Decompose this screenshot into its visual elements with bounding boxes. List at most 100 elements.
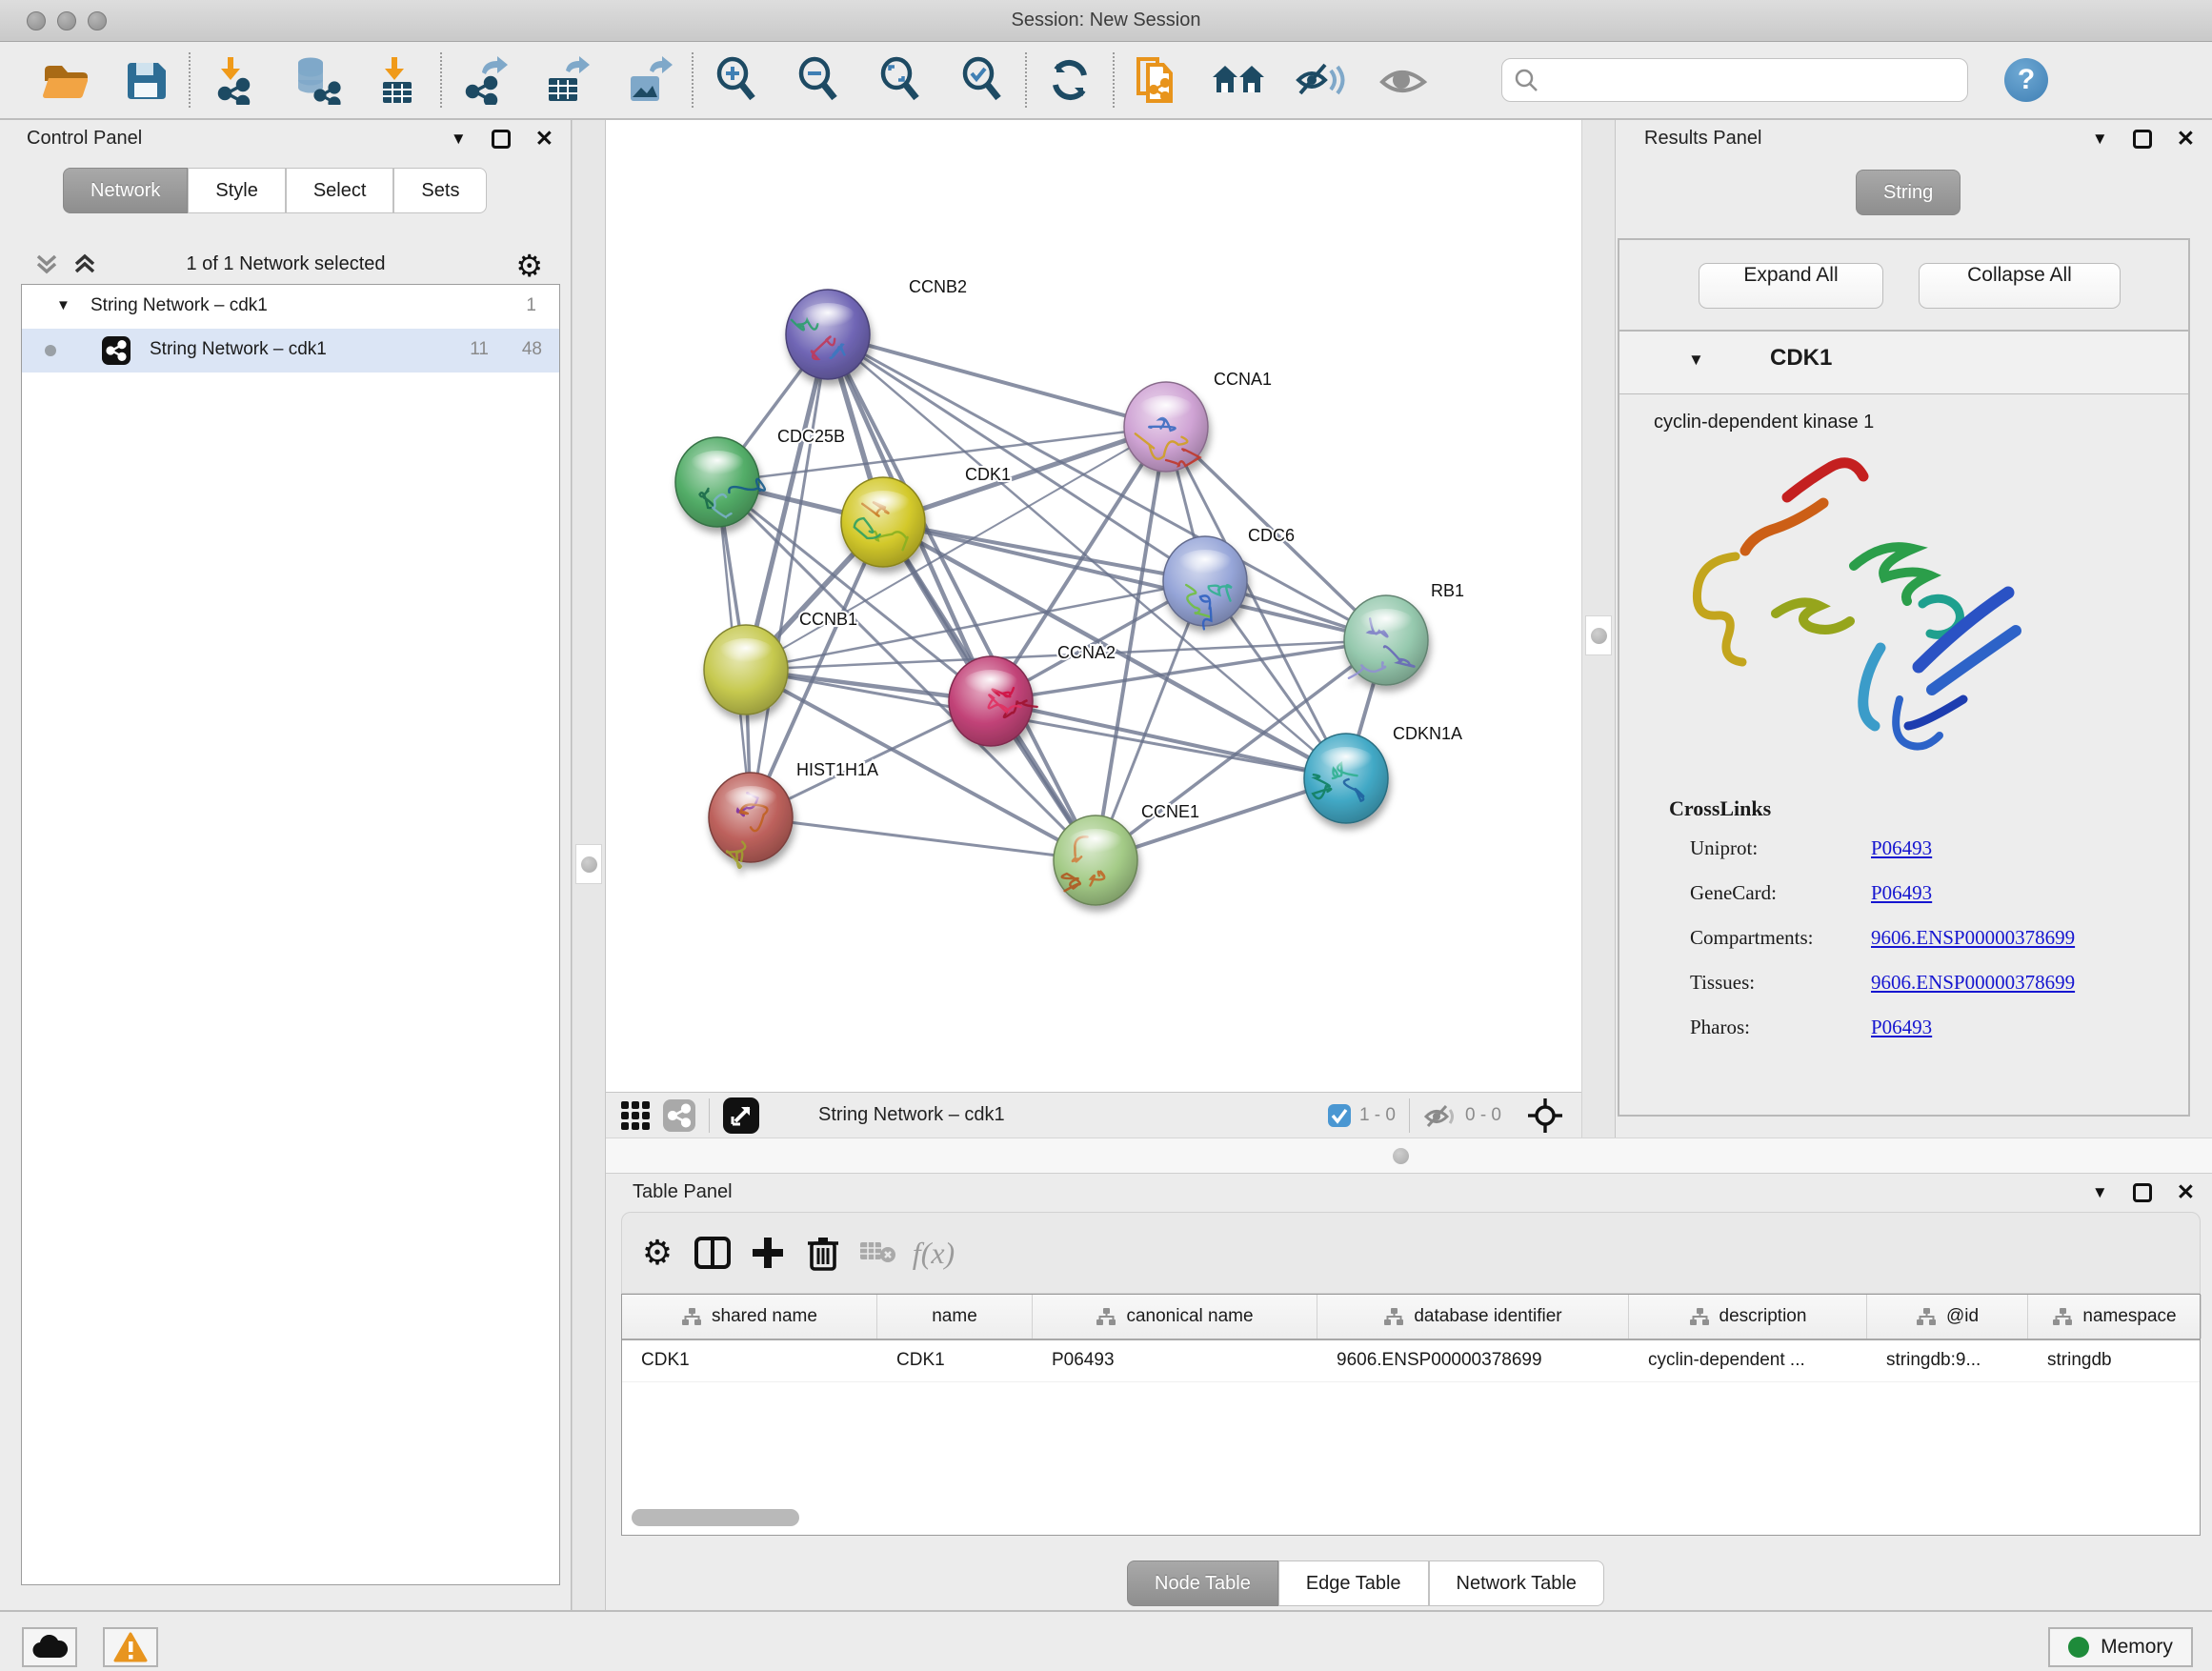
network-node-CDKN1A[interactable] <box>1304 734 1388 823</box>
table-row[interactable]: CDK1CDK1P064939606.ENSP00000378699cyclin… <box>622 1340 2200 1382</box>
column-header-description[interactable]: description <box>1629 1295 1867 1339</box>
network-collection-row[interactable]: ▼ String Network – cdk1 1 <box>22 285 559 329</box>
open-session-button[interactable] <box>23 49 105 111</box>
panel-float-icon[interactable] <box>2133 1183 2152 1202</box>
crosslink-link[interactable]: P06493 <box>1871 881 1932 905</box>
close-window-icon[interactable] <box>27 11 46 30</box>
tab-edge-table[interactable]: Edge Table <box>1278 1560 1429 1606</box>
tab-select[interactable]: Select <box>286 168 394 213</box>
table-cell[interactable]: cyclin-dependent ... <box>1629 1340 1867 1381</box>
panel-float-icon[interactable] <box>2133 130 2152 149</box>
table-cell[interactable]: stringdb <box>2028 1340 2202 1381</box>
zoom-out-button[interactable] <box>777 49 859 111</box>
apply-layout-button[interactable] <box>1029 49 1111 111</box>
zoom-in-button[interactable] <box>695 49 777 111</box>
column-header-@id[interactable]: @id <box>1867 1295 2028 1339</box>
table-cell[interactable]: CDK1 <box>877 1340 1033 1381</box>
expand-all-button[interactable]: Expand All <box>1699 263 1883 309</box>
horizontal-scrollbar[interactable] <box>632 1509 799 1526</box>
grid-view-icon[interactable] <box>619 1099 652 1132</box>
export-network-button[interactable] <box>444 49 526 111</box>
tab-sets[interactable]: Sets <box>393 168 487 213</box>
network-node-RB1[interactable] <box>1344 595 1428 685</box>
table-cell[interactable]: P06493 <box>1033 1340 1317 1381</box>
selected-checkbox-icon[interactable] <box>1327 1103 1352 1128</box>
clone-network-button[interactable] <box>1116 49 1198 111</box>
help-button[interactable]: ? <box>2004 58 2048 102</box>
string-view-icon[interactable] <box>663 1099 695 1132</box>
horizontal-splitter-handle[interactable] <box>1393 1148 1409 1164</box>
export-image-button[interactable] <box>608 49 690 111</box>
crosslink-link[interactable]: 9606.ENSP00000378699 <box>1871 971 2075 995</box>
crosslink-link[interactable]: P06493 <box>1871 836 1932 860</box>
right-splitter-handle[interactable] <box>1585 615 1612 655</box>
left-splitter-handle[interactable] <box>575 844 602 884</box>
network-canvas[interactable]: CCNB2CCNA1CDC25BCDK1CDC6RB1CCNB1CCNA2CDK… <box>606 120 1581 1092</box>
panel-float-icon[interactable] <box>492 130 511 149</box>
network-edge[interactable] <box>751 334 828 817</box>
tab-style[interactable]: Style <box>188 168 285 213</box>
network-node-CDC6[interactable] <box>1163 536 1247 629</box>
network-row-selected[interactable]: String Network – cdk1 11 48 <box>22 329 559 372</box>
cloud-button[interactable] <box>22 1627 77 1667</box>
zoom-window-icon[interactable] <box>88 11 107 30</box>
node-table[interactable]: shared namenamecanonical namedatabase id… <box>621 1294 2201 1536</box>
column-header-name[interactable]: name <box>877 1295 1033 1339</box>
column-header-namespace[interactable]: namespace <box>2028 1295 2202 1339</box>
open-in-window-icon[interactable] <box>723 1097 759 1134</box>
panel-collapse-icon[interactable]: ▼ <box>451 130 467 149</box>
add-column-icon[interactable] <box>740 1226 795 1279</box>
export-table-button[interactable] <box>526 49 608 111</box>
column-header-database-identifier[interactable]: database identifier <box>1317 1295 1629 1339</box>
panel-collapse-icon[interactable]: ▼ <box>2092 1183 2108 1202</box>
zoom-selected-button[interactable] <box>941 49 1023 111</box>
tab-node-table[interactable]: Node Table <box>1127 1560 1278 1606</box>
table-cell[interactable]: 9606.ENSP00000378699 <box>1317 1340 1629 1381</box>
left-splitter[interactable] <box>572 120 606 1610</box>
show-columns-icon[interactable] <box>685 1226 740 1279</box>
table-cell[interactable]: CDK1 <box>622 1340 877 1381</box>
horizontal-splitter[interactable] <box>606 1137 2212 1174</box>
import-table-button[interactable] <box>356 49 438 111</box>
column-header-canonical-name[interactable]: canonical name <box>1033 1295 1317 1339</box>
memory-button[interactable]: Memory <box>2048 1627 2193 1667</box>
delete-column-icon[interactable] <box>795 1226 851 1279</box>
network-node-CDK1[interactable] <box>841 477 925 567</box>
tab-network-table[interactable]: Network Table <box>1429 1560 1604 1606</box>
right-splitter[interactable] <box>1581 120 1616 1137</box>
search-input[interactable] <box>1538 70 1948 91</box>
network-node-CCNA1[interactable] <box>1124 382 1208 472</box>
network-node-CCNB1[interactable] <box>704 625 788 715</box>
tree-expand-icon[interactable]: ▼ <box>56 297 70 313</box>
crosslink-link[interactable]: 9606.ENSP00000378699 <box>1871 926 2075 950</box>
collapse-all-button[interactable]: Collapse All <box>1919 263 2121 309</box>
panel-close-icon[interactable]: ✕ <box>535 126 553 151</box>
network-node-HIST1H1A[interactable] <box>709 773 793 868</box>
panel-collapse-icon[interactable]: ▼ <box>2092 130 2108 149</box>
network-edge[interactable] <box>828 334 1386 640</box>
gene-section-header[interactable]: ▼ CDK1 <box>1619 332 2188 394</box>
network-node-CCNA2[interactable] <box>949 656 1037 746</box>
network-node-CDC25B[interactable] <box>675 437 765 527</box>
show-eye-button[interactable] <box>1362 49 1444 111</box>
network-options-gear-icon[interactable]: ⚙ <box>515 248 543 284</box>
tab-string[interactable]: String <box>1856 170 1961 215</box>
panel-close-icon[interactable]: ✕ <box>2177 126 2195 151</box>
network-node-CCNE1[interactable] <box>1054 815 1137 905</box>
zoom-fit-button[interactable] <box>859 49 941 111</box>
table-cell[interactable]: stringdb:9... <box>1867 1340 2028 1381</box>
network-node-CCNB2[interactable] <box>786 290 870 379</box>
minimize-window-icon[interactable] <box>57 11 76 30</box>
search-box[interactable] <box>1501 58 1968 102</box>
import-network-file-button[interactable] <box>192 49 274 111</box>
network-edge[interactable] <box>751 817 1096 860</box>
save-session-button[interactable] <box>105 49 187 111</box>
column-header-shared-name[interactable]: shared name <box>622 1295 877 1339</box>
tab-network[interactable]: Network <box>63 168 188 213</box>
panel-close-icon[interactable]: ✕ <box>2177 1179 2195 1205</box>
network-edge[interactable] <box>828 334 1166 427</box>
network-view[interactable]: CCNB2CCNA1CDC25BCDK1CDC6RB1CCNB1CCNA2CDK… <box>606 120 1581 1137</box>
hidden-eye-icon[interactable] <box>1423 1102 1458 1129</box>
birdseye-view-icon[interactable] <box>1526 1097 1564 1135</box>
houses-button[interactable] <box>1198 49 1280 111</box>
